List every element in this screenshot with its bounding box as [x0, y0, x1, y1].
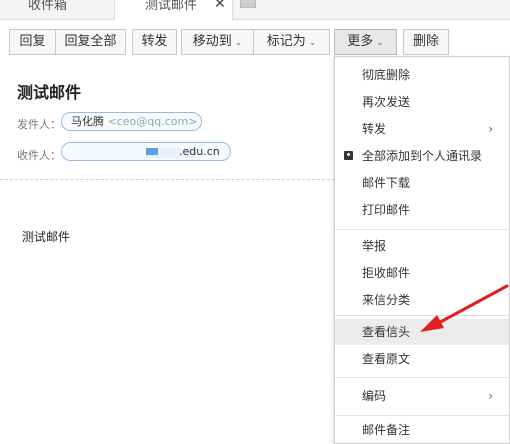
menu-separator [335, 377, 509, 378]
menu-item-label: 编码 [362, 389, 387, 403]
menu-item-view-headers[interactable]: 查看信头 [335, 319, 509, 345]
new-tab-icon[interactable] [240, 0, 256, 8]
menu-item-download[interactable]: 邮件下载 [335, 170, 509, 196]
menu-item-label: 彻底删除 [362, 68, 411, 82]
close-icon[interactable]: ✕ [214, 0, 226, 11]
sender-name: 马化腾 [71, 115, 104, 128]
menu-separator [335, 415, 509, 416]
tab-strip: 收件箱 测试邮件 ✕ [0, 0, 510, 21]
recipient-address: .edu.cn [179, 145, 220, 158]
menu-item-label: 转发 [362, 122, 387, 136]
from-label: 发件人： [17, 118, 61, 131]
menu-item-label: 邮件备注 [362, 423, 411, 437]
menu-item-label: 全部添加到个人通讯录 [362, 149, 483, 163]
mark-as-label: 标记为 [266, 34, 306, 49]
contacts-icon [344, 151, 353, 160]
menu-item-print[interactable]: 打印邮件 [335, 197, 509, 223]
toolbar: 回复 回复全部 转发 移动到 ⌄ 标记为 ⌄ 更多 ⌄ 删除 [0, 29, 510, 57]
chevron-down-icon: ⌄ [234, 38, 243, 48]
menu-item-note[interactable]: 邮件备注 [335, 417, 509, 443]
delete-label: 删除 [412, 34, 439, 49]
menu-item-label: 来信分类 [362, 293, 411, 307]
menu-item-forward[interactable]: 转发 › [335, 116, 509, 142]
more-button[interactable]: 更多 ⌄ [334, 29, 397, 55]
chevron-down-icon: ⌄ [308, 38, 317, 48]
chevron-right-icon: › [488, 122, 493, 136]
reply-all-button[interactable]: 回复全部 [55, 29, 126, 55]
sender-chip[interactable]: 马化腾 <ceo@qq.com> [61, 112, 202, 131]
menu-item-delete-permanently[interactable]: 彻底删除 [335, 62, 509, 88]
menu-item-encoding[interactable]: 编码 › [335, 383, 509, 409]
mark-as-button[interactable]: 标记为 ⌄ [253, 29, 330, 55]
message-subject: 测试邮件 [17, 83, 82, 102]
menu-item-label: 查看信头 [362, 325, 411, 339]
forward-label: 转发 [141, 34, 168, 49]
menu-item-view-source[interactable]: 查看原文 [335, 346, 509, 372]
move-to-label: 移动到 [192, 34, 232, 49]
more-dropdown-menu: 彻底删除 再次发送 转发 › 全部添加到个人通讯录 邮件下载 打印邮件 举报 拒收… [334, 56, 510, 444]
menu-item-label: 拒收邮件 [362, 266, 411, 280]
menu-separator [335, 229, 509, 230]
menu-item-report[interactable]: 举报 [335, 233, 509, 259]
menu-item-classify[interactable]: 来信分类 [335, 287, 509, 313]
message-body: 测试邮件 [22, 230, 71, 244]
menu-item-label: 打印邮件 [362, 203, 411, 217]
more-label: 更多 [347, 34, 374, 49]
recipient-chip[interactable]: .edu.cn [61, 142, 231, 161]
chevron-right-icon: › [488, 389, 493, 403]
menu-separator [335, 315, 509, 316]
reply-all-label: 回复全部 [64, 34, 117, 49]
tab-current-message[interactable]: 测试邮件 ✕ [115, 0, 233, 21]
reply-label: 回复 [19, 34, 46, 49]
reply-button[interactable]: 回复 [9, 29, 55, 55]
chevron-down-icon: ⌄ [376, 38, 384, 48]
to-label: 收件人： [17, 149, 61, 162]
menu-item-label: 邮件下载 [362, 176, 411, 190]
tab-current-label: 测试邮件 [145, 0, 198, 13]
delete-button[interactable]: 删除 [403, 29, 449, 55]
menu-item-label: 查看原文 [362, 352, 411, 366]
redacted-region [146, 148, 158, 155]
tab-inbox[interactable]: 收件箱 [0, 0, 115, 20]
menu-item-label: 举报 [362, 239, 387, 253]
move-to-button[interactable]: 移动到 ⌄ [181, 29, 253, 55]
menu-item-label: 再次发送 [362, 95, 411, 109]
header-divider [0, 179, 335, 180]
menu-item-add-all-contacts[interactable]: 全部添加到个人通讯录 [335, 143, 509, 169]
forward-button[interactable]: 转发 [132, 29, 177, 55]
tab-inbox-label: 收件箱 [28, 0, 68, 13]
sender-email: <ceo@qq.com> [107, 115, 198, 128]
menu-item-reject[interactable]: 拒收邮件 [335, 260, 509, 286]
menu-item-resend[interactable]: 再次发送 [335, 89, 509, 115]
